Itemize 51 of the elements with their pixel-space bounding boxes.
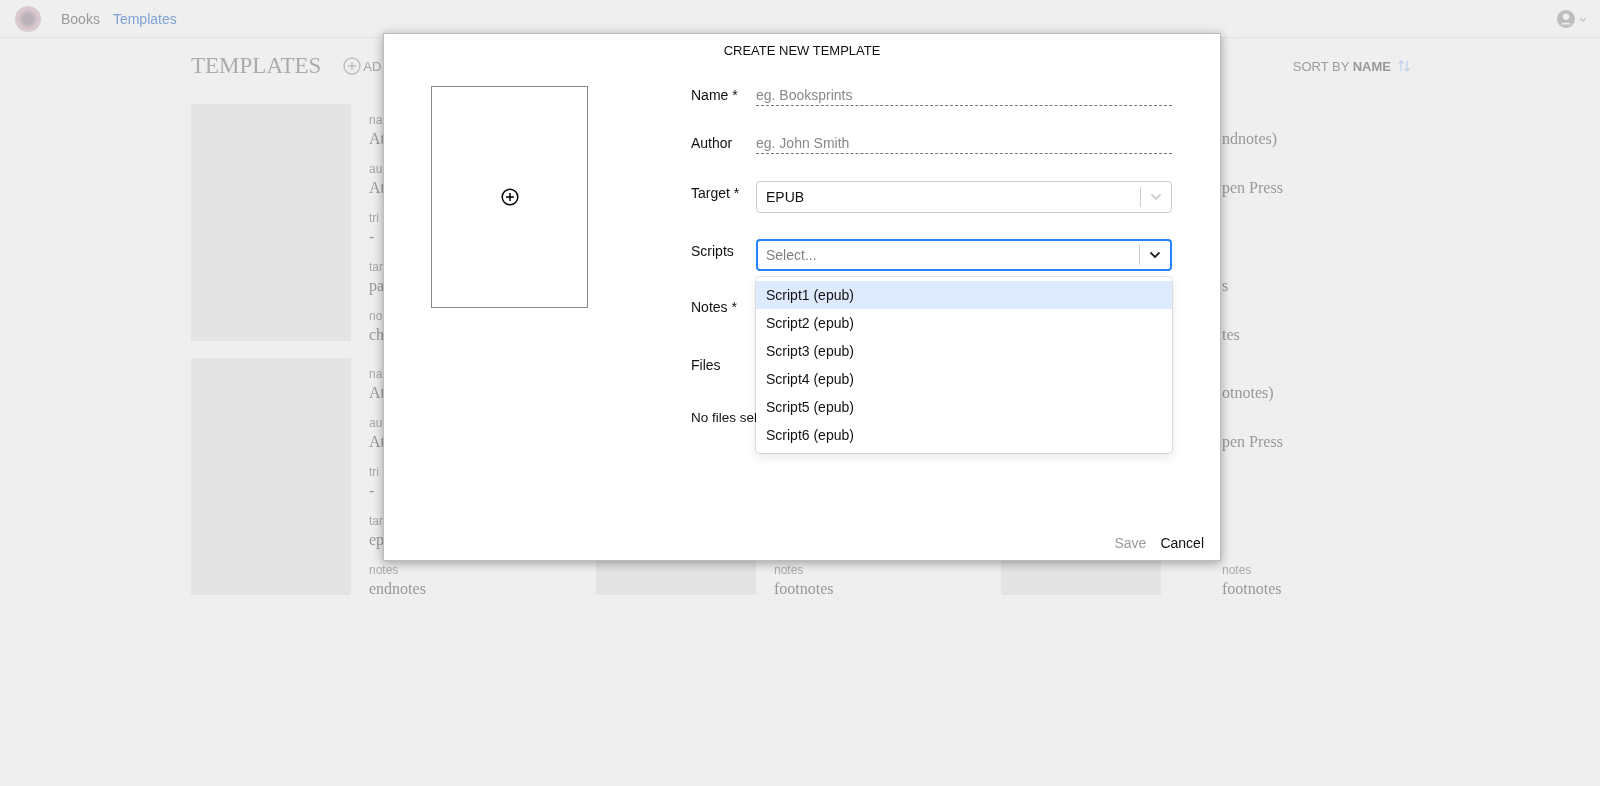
modal-title: CREATE NEW TEMPLATE: [722, 42, 882, 59]
field-label: notes: [369, 562, 400, 579]
field-value: s: [1222, 276, 1230, 296]
page-title: TEMPLATES: [191, 53, 322, 79]
field-label: na: [369, 112, 384, 129]
modal-button[interactable]: Cancel: [1160, 535, 1204, 551]
field-value: pen Press: [1222, 432, 1283, 452]
sort-icon[interactable]: [1397, 59, 1411, 73]
dropdown-option[interactable]: Script2 (epub): [756, 309, 1172, 337]
cover-upload[interactable]: [431, 86, 588, 308]
field-value: otnotes): [1222, 383, 1275, 403]
field-label: Files: [691, 356, 722, 375]
field-value: ch: [369, 325, 385, 345]
field-label: tri: [369, 210, 380, 227]
file-status: No files sel: [691, 409, 758, 427]
plus-circle-icon: [500, 188, 519, 206]
plus-circle-icon: [343, 57, 362, 75]
field-value: pen Press: [1222, 178, 1283, 198]
dropdown-option[interactable]: Script5 (epub): [756, 393, 1172, 421]
field-label: tar: [369, 513, 384, 530]
field-label: Target *: [691, 184, 741, 203]
field-value: tes: [1222, 325, 1241, 345]
dropdown-option[interactable]: Script6 (epub): [756, 421, 1172, 449]
field-value: footnotes: [1222, 579, 1283, 599]
field-value: endnotes: [369, 579, 426, 599]
logo-icon[interactable]: [15, 5, 41, 32]
field-value: -: [369, 227, 376, 247]
field-label: na: [369, 366, 384, 383]
chevron-down-icon[interactable]: [1149, 251, 1161, 259]
select-field[interactable]: EPUB: [756, 181, 1172, 213]
field-label: Scripts: [691, 242, 735, 261]
field-value: footnotes: [774, 579, 834, 599]
dropdown-option[interactable]: Script3 (epub): [756, 337, 1172, 365]
dropdown-option[interactable]: Script1 (epub): [756, 281, 1172, 309]
field-value: ep: [369, 530, 386, 550]
field-label: Notes *: [691, 298, 738, 317]
field-label: no: [369, 308, 384, 325]
field-label: Author: [691, 134, 734, 153]
field-label: notes: [1222, 562, 1253, 579]
field-label: au: [369, 161, 384, 178]
dropdown-option[interactable]: Script4 (epub): [756, 365, 1172, 393]
field-label: au: [369, 415, 384, 432]
user-avatar-icon[interactable]: [1557, 9, 1575, 28]
field-label: notes: [774, 562, 805, 579]
field-value: ndnotes): [1222, 129, 1279, 149]
field-value: -: [369, 481, 376, 501]
field-label: Name *: [691, 86, 739, 105]
select-field[interactable]: Select...: [756, 239, 1172, 271]
field-value: pa: [369, 276, 385, 296]
field-label: tri: [369, 464, 380, 481]
field-label: tar: [369, 259, 384, 276]
